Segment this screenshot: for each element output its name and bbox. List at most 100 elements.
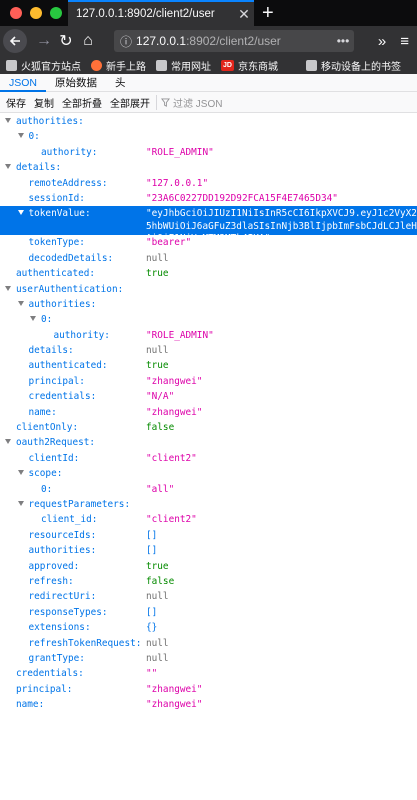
tab-json[interactable]: JSON [0, 74, 47, 92]
json-row[interactable]: 0: [0, 129, 417, 144]
bookmark-jd[interactable]: JD 京东商城 [221, 58, 278, 73]
expand-toggle-icon[interactable] [5, 439, 11, 445]
url-text[interactable]: 127.0.0.1:8902/client2/user [132, 34, 332, 48]
json-row[interactable]: resourceIds: [] [0, 528, 417, 543]
json-value: "23A6C0227DD192D92FCA15F4E7465D34" [146, 192, 338, 204]
close-window-button[interactable] [10, 7, 22, 19]
bookmark-firefox-site[interactable]: 火狐官方站点 [6, 58, 81, 73]
json-row[interactable]: approved: true [0, 559, 417, 574]
json-key: clientId: [28, 452, 80, 464]
reload-button[interactable]: ↻ [55, 31, 77, 51]
json-row[interactable]: redirectUri: null [0, 589, 417, 604]
json-key: clientOnly: [16, 422, 79, 434]
json-row[interactable]: sessionId: "23A6C0227DD192D92FCA15F4E7465… [0, 191, 417, 206]
json-value: "N/A" [146, 391, 175, 403]
json-value: null [146, 637, 169, 649]
bookmark-getting-started[interactable]: 新手上路 [91, 58, 146, 73]
jd-icon: JD [221, 59, 234, 71]
json-key: resourceIds: [28, 529, 97, 541]
json-row[interactable]: details: [0, 160, 417, 175]
collapse-all-button[interactable]: 全部折叠 [58, 95, 106, 110]
page-actions-icon[interactable]: ••• [332, 34, 354, 48]
json-row[interactable]: extensions: {} [0, 620, 417, 635]
overflow-chevron-icon[interactable]: » [378, 33, 386, 50]
json-row[interactable]: authenticated: true [0, 358, 417, 373]
expand-toggle-icon[interactable] [5, 118, 11, 123]
json-row[interactable]: authorities: [0, 114, 417, 129]
json-row[interactable]: responseTypes: [] [0, 605, 417, 620]
json-key: remoteAddress: [28, 177, 108, 189]
json-key: tokenType: [28, 237, 85, 249]
filter-icon [161, 97, 170, 107]
json-key: scope: [28, 468, 63, 480]
json-row[interactable]: authorities: [] [0, 543, 417, 558]
json-row[interactable]: authorities: [0, 297, 417, 312]
json-row[interactable]: clientOnly: false [0, 420, 417, 435]
zoom-window-button[interactable] [50, 7, 62, 19]
info-icon[interactable]: ⓘ [114, 33, 132, 50]
json-row[interactable]: name: "zhangwei" [0, 697, 417, 712]
tab-headers[interactable]: 头 [106, 74, 135, 92]
json-row[interactable]: 0: [0, 312, 417, 327]
json-row[interactable]: decodedDetails: null [0, 251, 417, 266]
json-row[interactable]: principal: "zhangwei" [0, 374, 417, 389]
address-bar[interactable]: ⓘ 127.0.0.1:8902/client2/user ••• [114, 30, 354, 52]
home-button[interactable]: ⌂ [77, 32, 99, 50]
menu-icon[interactable]: ≡ [400, 33, 409, 50]
json-row[interactable]: name: "zhangwei" [0, 405, 417, 420]
json-row[interactable]: grantType: null [0, 651, 417, 666]
filter-json-input[interactable]: 过滤 JSON [156, 94, 222, 110]
expand-all-button[interactable]: 全部展开 [106, 95, 154, 110]
save-button[interactable]: 保存 [2, 95, 30, 110]
bookmark-label: 新手上路 [106, 61, 146, 73]
close-tab-icon[interactable]: ✕ [234, 6, 254, 23]
json-row[interactable]: credentials: "" [0, 666, 417, 681]
expand-toggle-icon[interactable] [17, 300, 24, 306]
json-row[interactable]: details: null [0, 343, 417, 358]
json-row[interactable]: userAuthentication: [0, 282, 417, 297]
json-value: {} [146, 622, 158, 634]
url-path: :8902/client2/user [186, 34, 281, 48]
json-key: requestParameters: [28, 498, 131, 510]
json-row[interactable]: remoteAddress: "127.0.0.1" [0, 176, 417, 191]
json-value: true [146, 268, 169, 280]
json-key: authorities: [28, 545, 97, 557]
bookmark-mobile[interactable]: 移动设备上的书签 [306, 58, 401, 73]
json-row[interactable]: scope: [0, 466, 417, 481]
json-key: authenticated: [16, 268, 96, 280]
expand-toggle-icon[interactable] [17, 470, 24, 476]
expand-toggle-icon[interactable] [17, 210, 24, 216]
bookmark-common-sites[interactable]: 常用网址 [156, 58, 211, 73]
copy-button[interactable]: 复制 [30, 95, 58, 110]
expand-toggle-icon[interactable] [5, 164, 11, 170]
json-key: refresh: [28, 575, 74, 587]
json-row[interactable]: authority: "ROLE_ADMIN" [0, 328, 417, 343]
json-row[interactable]: tokenType: "bearer" [0, 235, 417, 250]
minimize-window-button[interactable] [30, 7, 42, 19]
json-value: "zhangwei" [146, 699, 203, 711]
json-row[interactable]: requestParameters: [0, 497, 417, 512]
json-row[interactable]: oauth2Request: [0, 435, 417, 450]
expand-toggle-icon[interactable] [17, 500, 24, 506]
tab-raw-data[interactable]: 原始数据 [46, 74, 106, 92]
active-tab[interactable]: 127.0.0.1:8902/client2/user ✕ [68, 0, 254, 26]
json-row[interactable]: authority: "ROLE_ADMIN" [0, 145, 417, 160]
json-row[interactable]: clientId: "client2" [0, 451, 417, 466]
forward-button[interactable]: → [33, 32, 55, 50]
json-row[interactable]: credentials: "N/A" [0, 389, 417, 404]
expand-toggle-icon[interactable] [5, 285, 11, 291]
new-tab-icon[interactable]: + [262, 2, 274, 24]
json-row[interactable]: tokenValue: "eyJhbGciOiJIUzI1NiIsInR5cCI6… [0, 206, 417, 244]
json-row[interactable]: refresh: false [0, 574, 417, 589]
json-value: [] [146, 606, 158, 618]
back-button[interactable] [3, 29, 27, 53]
json-row[interactable]: refreshTokenRequest: null [0, 636, 417, 651]
json-row[interactable]: 0: "all" [0, 482, 417, 497]
json-key: credentials: [28, 391, 97, 403]
navigation-bar: → ↻ ⌂ ⓘ 127.0.0.1:8902/client2/user ••• … [0, 26, 417, 56]
expand-toggle-icon[interactable] [30, 316, 36, 322]
json-row[interactable]: authenticated: true [0, 266, 417, 281]
json-row[interactable]: principal: "zhangwei" [0, 682, 417, 697]
json-row[interactable]: client_id: "client2" [0, 512, 417, 527]
expand-toggle-icon[interactable] [17, 133, 24, 139]
